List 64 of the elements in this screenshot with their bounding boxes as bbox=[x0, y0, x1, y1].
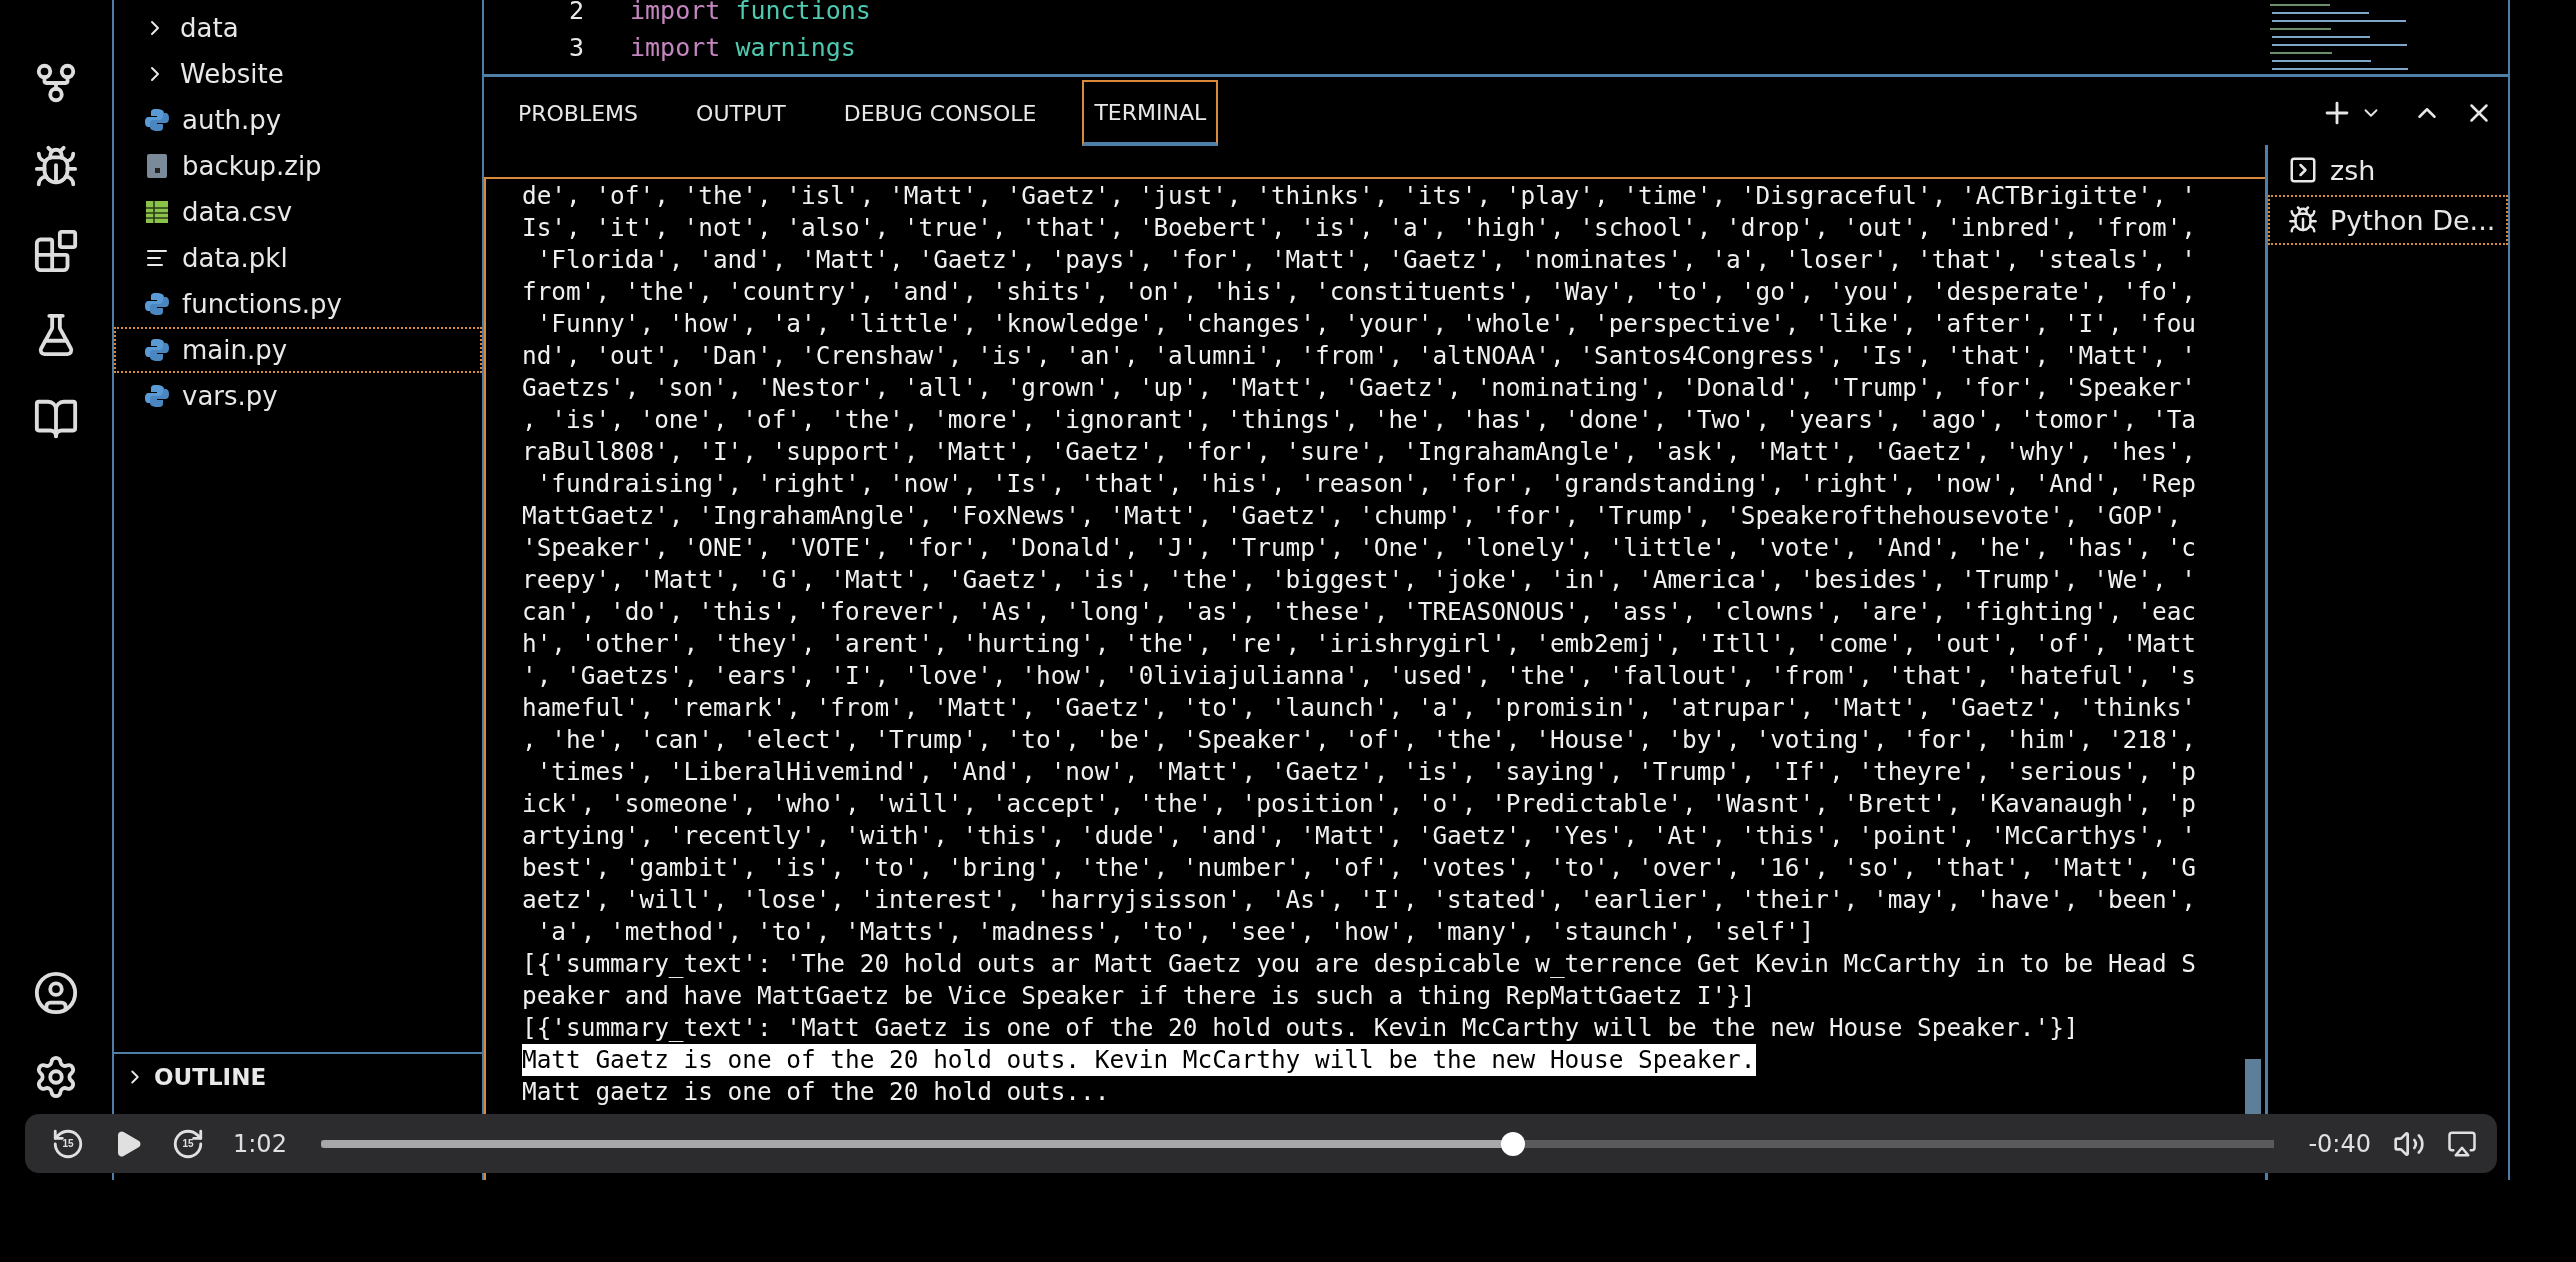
bug-icon bbox=[2288, 205, 2318, 235]
file-tree-item[interactable]: main.py bbox=[114, 327, 482, 373]
elapsed-time: 1:02 bbox=[233, 1129, 287, 1158]
terminal-line: best', 'gambit', 'is', 'to', 'bring', 'the', 'number', 'of', 'votes', 'to', 'over', '16', 'so', 'that', 'Matt', 'G bbox=[522, 852, 2197, 884]
archive-icon bbox=[146, 153, 168, 179]
file-tree-item[interactable]: auth.py bbox=[114, 97, 482, 143]
terminal-line: , 'is', 'one', 'of', 'the', 'more', 'ignorant', 'things', 'he', 'has', 'done', 'Two', 'years', 'ago', 'tomor', 'Ta bbox=[522, 404, 2197, 436]
code-line: import warnings bbox=[630, 33, 856, 62]
file-tree-item[interactable]: functions.py bbox=[114, 281, 482, 327]
terminal-line: [{'summary_text': 'Matt Gaetz is one of the 20 hold outs. Kevin McCarthy will be the new House Speaker.'}] bbox=[522, 1012, 2079, 1044]
terminal-line: ick', 'someone', 'who', 'will', 'accept', 'the', 'position', 'o', 'Predictable', 'Wasnt', 'Brett', 'Kavanaugh', 'p bbox=[522, 788, 2197, 820]
terminal-line: 'Speaker', 'ONE', 'VOTE', 'for', 'Donald', 'J', 'Trump', 'One', 'lonely', 'little', 'vote', 'And', 'he', 'has', 'c bbox=[522, 532, 2197, 564]
terminal-line: [{'summary_text': 'The 20 hold outs ar Matt Gaetz you are despicable w_terrence Get Kevin McCarthy in to be Head S bbox=[522, 948, 2197, 980]
remaining-time: -0:40 bbox=[2308, 1129, 2371, 1158]
extensions-icon[interactable] bbox=[33, 228, 79, 274]
terminal-line: Gaetzs', 'son', 'Nestor', 'all', 'grown', 'up', 'Matt', 'Gaetz', 'nominating', 'Donald', 'Trump', 'for', 'Speaker' bbox=[522, 372, 2197, 404]
terminal-line: 'Florida', 'and', 'Matt', 'Gaetz', 'pays', 'for', 'Matt', 'Gaetz', 'nominates', 'a', 'loser', 'that', 'steals', ' bbox=[535, 244, 2197, 276]
terminal-line: ', 'Gaetzs', 'ears', 'I', 'love', 'how', '0liviajulianna', 'used', 'the', 'fallout', 'from', 'that', 'hateful', 's bbox=[522, 660, 2197, 692]
terminal-session[interactable]: Python De... bbox=[2268, 195, 2508, 245]
terminal-line: h', 'other', 'they', 'arent', 'hurting', 'the', 're', 'irishrygirl', 'emb2emj', 'Itll', 'come', 'out', 'of', 'Matt bbox=[522, 628, 2197, 660]
panel-tab[interactable]: PROBLEMS bbox=[506, 80, 651, 146]
scrollbar-thumb[interactable] bbox=[2245, 1059, 2261, 1117]
terminal-line: hameful', 'remark', 'from', 'Matt', 'Gaetz', 'to', 'launch', 'a', 'promisin', 'atrupar', 'Matt', 'Gaetz', 'thinks' bbox=[522, 692, 2197, 724]
file-tree-item[interactable]: data bbox=[114, 5, 482, 51]
file-tree-item[interactable]: vars.py bbox=[114, 373, 482, 419]
terminal-line: reepy', 'Matt', 'G', 'Matt', 'Gaetz', 'is', 'the', 'biggest', 'joke', 'in', 'America', 'besides', 'Trump', 'We', ' bbox=[522, 564, 2197, 596]
line-number: 3 bbox=[567, 33, 584, 62]
terminal-line: nd', 'out', 'Dan', 'Crenshaw', 'is', 'an', 'alumni', 'from', 'altNOAA', 'Santos4Congress', 'Is', 'that', 'Matt', ' bbox=[522, 340, 2197, 372]
terminal-line: aetz', 'will', 'lose', 'interest', 'harryjsisson', 'As', 'I', 'stated', 'earlier', 'their', 'may', 'have', 'been', bbox=[522, 884, 2197, 916]
file-tree-item[interactable]: data.pkl bbox=[114, 235, 482, 281]
code-line: import functions bbox=[630, 0, 871, 25]
panel-tab[interactable]: TERMINAL bbox=[1082, 80, 1219, 146]
terminal-session[interactable]: zsh bbox=[2268, 145, 2508, 195]
terminal-line: can', 'do', 'this', 'forever', 'As', 'long', 'as', 'these', 'TREASONOUS', 'ass', 'clowns', 'are', 'fighting', 'eac bbox=[522, 596, 2197, 628]
terminal-line: Is', 'it', 'not', 'also', 'true', 'that', 'Boebert', 'is', 'a', 'high', 'school', 'drop', 'out', 'inbred', 'from', bbox=[522, 212, 2197, 244]
panel-tab[interactable]: DEBUG CONSOLE bbox=[831, 80, 1049, 146]
progress-handle[interactable] bbox=[1500, 1131, 1525, 1156]
python-icon bbox=[144, 107, 170, 133]
line-number: 2 bbox=[567, 0, 584, 25]
terminal-line: peaker and have MattGaetz be Vice Speaker if there is such a thing RepMattGaetz I'}] bbox=[522, 980, 1756, 1012]
python-icon bbox=[144, 291, 170, 317]
terminal-icon bbox=[2288, 155, 2318, 185]
file-tree-item[interactable]: backup.zip bbox=[114, 143, 482, 189]
skip-back-button[interactable]: 15 bbox=[45, 1120, 91, 1167]
file-tree-item[interactable]: data.csv bbox=[114, 189, 482, 235]
panel-tab[interactable]: OUTPUT bbox=[684, 80, 798, 146]
terminal-line: de', 'of', 'the', 'isl', 'Matt', 'Gaetz', 'just', 'thinks', 'its', 'play', 'time', 'Disgraceful', 'ACTBrigitte', ' bbox=[522, 180, 2197, 212]
terminal-line: artying', 'recently', 'with', 'this', 'dude', 'and', 'Matt', 'Gaetz', 'Yes', 'At', 'this', 'point', 'McCarthys', ' bbox=[522, 820, 2197, 852]
terminal-line: 'times', 'LiberalHivemind', 'And', 'now', 'Matt', 'Gaetz', 'is', 'saying', 'Trump', 'If', 'theyre', 'serious', 'p bbox=[535, 756, 2197, 788]
terminal-line: raBull808', 'I', 'support', 'Matt', 'Gaetz', 'for', 'sure', 'IngrahamAngle', 'ask', 'Matt', 'Gaetz', 'why', 'hes', bbox=[522, 436, 2197, 468]
terminal-line: MattGaetz', 'IngrahamAngle', 'FoxNews', 'Matt', 'Gaetz', 'chump', 'for', 'Trump', 'Speakerofthehousevote', 'GOP', bbox=[522, 500, 2182, 532]
terminal-line: 'a', 'method', 'to', 'Matts', 'madness', 'to', 'see', 'how', 'many', 'staunch', 'self'] bbox=[535, 916, 1815, 948]
terminal-line: 'fundraising', 'right', 'now', 'Is', 'that', 'his', 'reason', 'for', 'grandstanding', 'right', 'now', 'And', 'Rep bbox=[535, 468, 2197, 500]
python-icon bbox=[144, 337, 170, 363]
terminal-line: 'Funny', 'how', 'a', 'little', 'knowledge', 'changes', 'your', 'whole', 'perspective', 'like', 'after', 'I', 'fou bbox=[535, 308, 2197, 340]
spreadsheet-icon bbox=[145, 200, 169, 224]
terminal-line: Matt gaetz is one of the 20 hold outs... bbox=[522, 1076, 1110, 1108]
terminal-line: from', 'the', 'country', 'and', 'shits', 'on', 'his', 'constituents', 'Way', 'to', 'go', 'you', 'desperate', 'fo', bbox=[522, 276, 2197, 308]
account-icon[interactable] bbox=[33, 970, 79, 1016]
terminal-line: , 'he', 'can', 'elect', 'Trump', 'to', 'be', 'Speaker', 'of', 'the', 'House', 'by', 'voting', 'for', 'him', '218', bbox=[522, 724, 2197, 756]
section-header[interactable]: OUTLINE bbox=[114, 1052, 482, 1100]
file-tree-item[interactable]: Website bbox=[114, 51, 482, 97]
python-icon bbox=[144, 383, 170, 409]
skip-forward-button[interactable]: 15 bbox=[165, 1120, 211, 1167]
